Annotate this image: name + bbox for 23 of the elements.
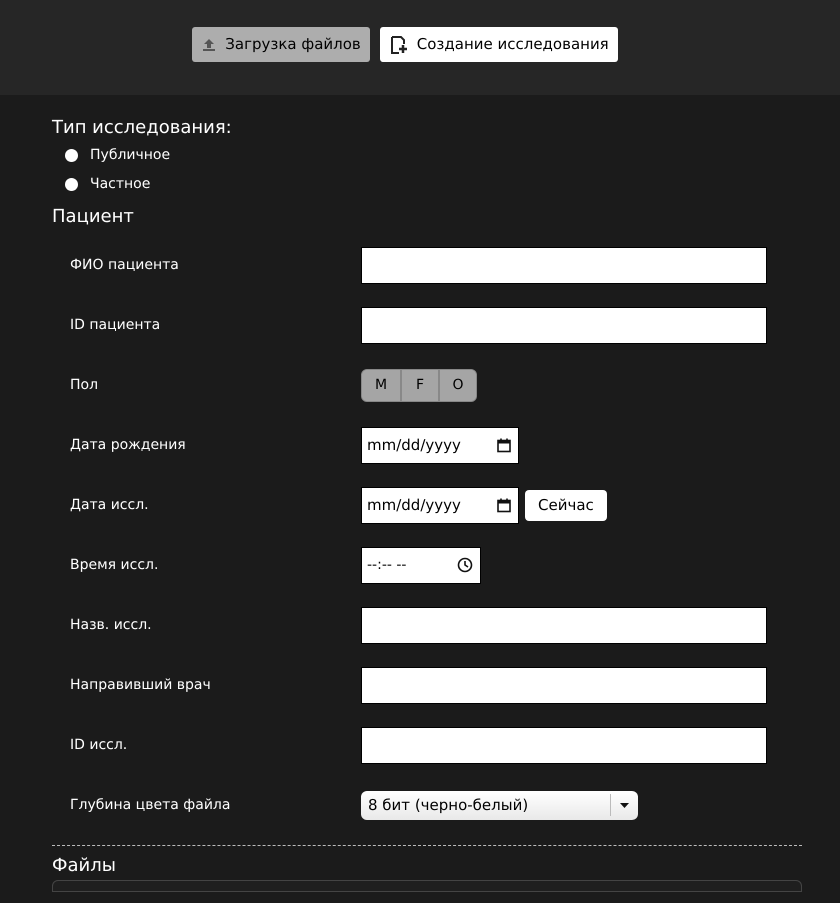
section-title: Файлы (52, 854, 117, 878)
section-title: Тип исследования: (52, 116, 233, 140)
date-field[interactable]: mm/dd/yyyy (361, 486, 519, 524)
toolbar-button[interactable]: Создание исследования (380, 27, 618, 62)
now-button[interactable]: Сейчас (525, 490, 607, 520)
field-label: Глубина цвета файла (70, 796, 232, 814)
time-field[interactable]: --:-- -- (361, 546, 481, 584)
field-label: Время иссл. (70, 556, 160, 574)
color-depth-select[interactable]: 8 бит (черно-белый) (361, 790, 638, 820)
toolbar-button[interactable]: Загрузка файлов (192, 27, 370, 62)
radio-option[interactable]: Частное (65, 170, 788, 199)
field-label: Дата иссл. (70, 496, 150, 514)
date-field[interactable]: mm/dd/yyyy (361, 426, 519, 464)
field-label: Пол (70, 376, 100, 394)
field-label: Назв. иссл. (70, 616, 153, 634)
gender-option[interactable]: O (438, 370, 476, 400)
field-label: ID иссл. (70, 736, 128, 754)
field-label: Направивший врач (70, 676, 212, 694)
field-label: ID пациента (70, 316, 162, 334)
field-label: Дата рождения (70, 436, 187, 454)
radio-option[interactable]: Публичное (65, 141, 788, 170)
section-title: Пациент (52, 205, 135, 229)
field-label: ФИО пациента (70, 256, 180, 274)
